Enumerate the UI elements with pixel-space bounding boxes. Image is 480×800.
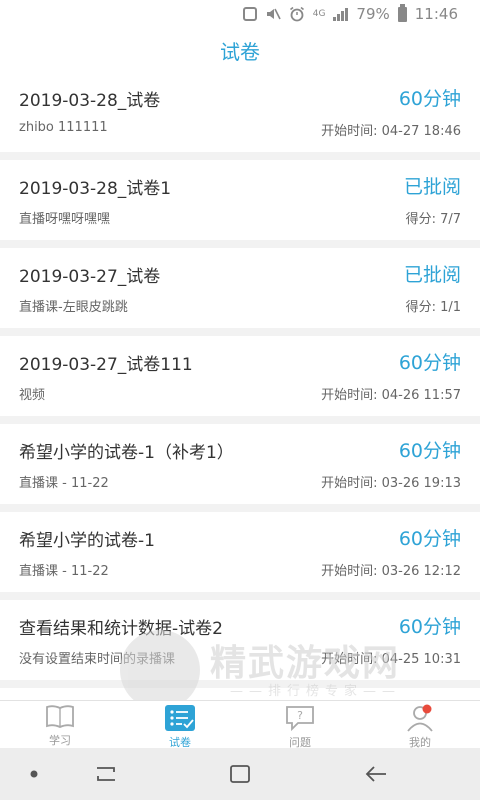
- exam-card[interactable]: 希望小学的试卷-1 60分钟 直播课 - 11-22 开始时间: 03-26 1…: [0, 512, 480, 592]
- exam-card[interactable]: 希望小学的试卷-1（补考1） 60分钟 直播课 - 11-22 开始时间: 03…: [0, 424, 480, 504]
- exam-title: 希望小学的试卷-1: [19, 531, 155, 551]
- exam-status: 60分钟: [398, 440, 461, 462]
- exam-status: 60分钟: [398, 528, 461, 550]
- exam-title: 2019-03-27_试卷: [19, 267, 161, 287]
- exam-card[interactable]: 2019-03-28_试卷1 已批阅 直播呀嘿呀嘿嘿 得分: 7/7: [0, 160, 480, 240]
- exam-course: 直播课 - 11-22: [19, 476, 109, 491]
- exam-status: 已批阅: [403, 264, 461, 286]
- exam-meta: 开始时间: 04-25 10:31: [321, 652, 461, 667]
- exam-course: 直播课 - 11-22: [19, 564, 109, 579]
- network-type-label: 4G: [312, 9, 326, 19]
- exam-card[interactable]: 2019-03-27_试卷 已批阅 直播课-左眼皮跳跳 得分: 1/1: [0, 248, 480, 328]
- back-icon[interactable]: [362, 762, 390, 786]
- app-header: 试卷: [0, 28, 480, 72]
- exam-title: 2019-03-28_试卷1: [19, 179, 172, 199]
- exam-title: 2019-03-28_试卷: [19, 91, 161, 111]
- svg-text:?: ?: [297, 709, 303, 722]
- exam-list-icon: [164, 704, 196, 732]
- exam-course: 没有设置结束时间的录播课: [19, 652, 176, 667]
- tab-study[interactable]: 学习: [0, 701, 120, 748]
- exam-course: 直播呀嘿呀嘿嘿: [19, 212, 111, 227]
- exam-status: 60分钟: [398, 352, 461, 374]
- exam-meta: 开始时间: 03-26 12:12: [321, 564, 461, 579]
- exam-list[interactable]: 2019-03-28_试卷 60分钟 zhibo 111111 开始时间: 04…: [0, 72, 480, 700]
- exam-course: 视频: [19, 388, 46, 403]
- exam-status: 60分钟: [398, 88, 461, 110]
- clock: 11:46: [414, 5, 458, 23]
- question-bubble-icon: ?: [284, 704, 316, 732]
- exam-card-partial[interactable]: [0, 688, 480, 700]
- exam-card[interactable]: 2019-03-27_试卷111 60分钟 视频 开始时间: 04-26 11:…: [0, 336, 480, 416]
- page-title: 试卷: [220, 39, 260, 64]
- book-icon: [44, 704, 76, 730]
- tab-profile[interactable]: 我的: [360, 701, 480, 749]
- recent-apps-icon[interactable]: [92, 762, 120, 786]
- exam-card[interactable]: 2019-03-28_试卷 60分钟 zhibo 111111 开始时间: 04…: [0, 72, 480, 152]
- exam-meta: 得分: 1/1: [405, 300, 461, 315]
- signal-icon: [333, 7, 349, 21]
- home-icon[interactable]: [226, 762, 254, 786]
- exam-course: zhibo 111111: [19, 120, 108, 135]
- exam-card[interactable]: 查看结果和统计数据-试卷2 60分钟 没有设置结束时间的录播课 开始时间: 04…: [0, 600, 480, 680]
- exam-status: 已批阅: [403, 176, 461, 198]
- profile-icon: [404, 704, 436, 732]
- mute-icon: [265, 6, 281, 22]
- exam-title: 查看结果和统计数据-试卷2: [19, 619, 223, 639]
- status-bar: 4G 79% 11:46: [0, 0, 480, 28]
- exam-meta: 开始时间: 03-26 19:13: [321, 476, 461, 491]
- exam-title: 2019-03-27_试卷111: [19, 355, 193, 375]
- exam-meta: 得分: 7/7: [405, 212, 461, 227]
- tab-label: 学习: [49, 734, 71, 747]
- tab-questions[interactable]: ? 问题: [240, 701, 360, 749]
- android-box-icon: [242, 7, 257, 21]
- system-nav-bar: [0, 748, 480, 800]
- exam-meta: 开始时间: 04-27 18:46: [321, 124, 461, 139]
- exam-status: 60分钟: [398, 616, 461, 638]
- tab-exams[interactable]: 试卷: [120, 701, 240, 749]
- exam-course: 直播课-左眼皮跳跳: [19, 300, 128, 315]
- battery-icon: [397, 3, 407, 22]
- exam-title: 希望小学的试卷-1（补考1）: [19, 443, 234, 463]
- battery-percent: 79%: [356, 5, 390, 23]
- bottom-tab-bar: 学习 试卷 ? 问题 我的: [0, 700, 480, 749]
- exam-meta: 开始时间: 04-26 11:57: [321, 388, 461, 403]
- dot-icon[interactable]: [20, 762, 48, 786]
- alarm-icon: [289, 6, 305, 22]
